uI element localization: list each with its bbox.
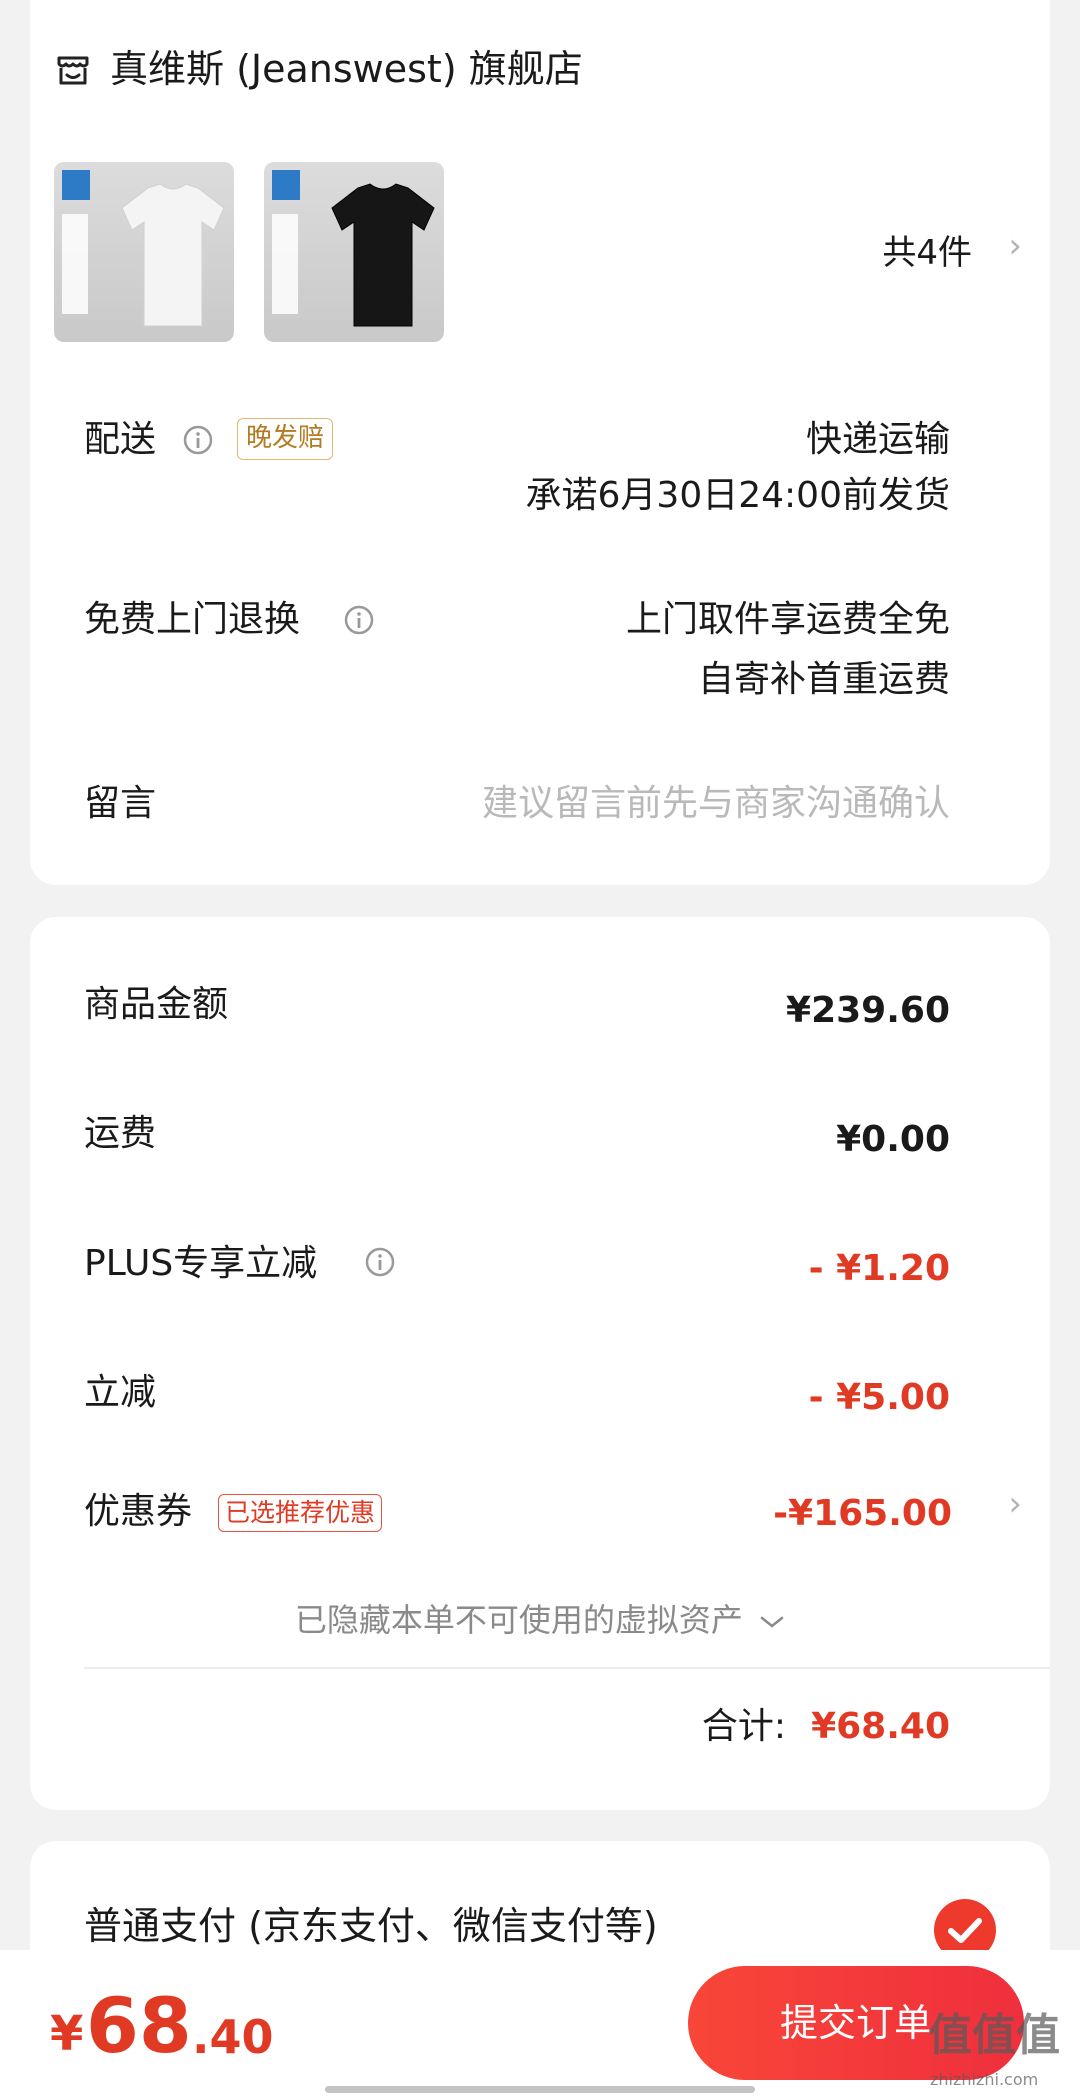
goods-amount-value: ¥239.60 [786,990,950,1031]
amount-summary-card [30,917,1050,1810]
chevron-down-icon [760,1616,784,1628]
brand-tag-icon [272,170,300,200]
total-label: 合计: [701,1706,786,1747]
return-pickup-info: 上门取件享运费全免 [625,599,950,640]
tshirt-icon [121,183,225,327]
tshirt-icon [331,183,435,327]
order-confirmation-page: 真维斯 (Jeanswest) 旗舰店 共4件 › 配送 晚发赔 快递运输 承诺… [0,0,1080,2098]
brand-tag-icon [62,170,90,200]
plus-discount-value: - ¥1.20 [808,1248,950,1289]
late-delivery-compensation-badge: 晚发赔 [237,418,334,460]
watermark-url: zhizhizhi.com [930,2070,1039,2089]
info-icon[interactable] [364,1246,396,1278]
hidden-assets-toggle[interactable]: 已隐藏本单不可使用的虚拟资产 [0,1597,1080,1643]
info-icon[interactable] [182,424,214,456]
shipping-fee-value: ¥0.00 [836,1119,950,1160]
delivery-method: 快递运输 [805,419,950,460]
delivery-promise: 承诺6月30日24:00前发货 [525,475,950,516]
payment-method-label[interactable]: 普通支付 (京东支付、微信支付等) [84,1899,658,1953]
hidden-assets-text: 已隐藏本单不可使用的虚拟资产 [294,1601,743,1639]
message-label: 留言 [84,783,157,824]
product-feature-strip [62,214,88,314]
price-decimal: .40 [192,2010,274,2064]
product-thumbnail[interactable] [54,162,234,342]
info-icon[interactable] [343,604,375,636]
item-count[interactable]: 共4件 [882,228,972,278]
divider [84,1667,1050,1669]
price-currency-symbol: ¥ [50,2006,84,2062]
watermark-logo: 值值值 [928,2010,1060,2061]
message-input[interactable]: 建议留言前先与商家沟通确认 [482,778,950,830]
price-integer: 68 [86,1981,192,2070]
goods-amount-label: 商品金额 [84,984,229,1025]
chevron-right-icon[interactable]: › [1008,1484,1022,1524]
coupon-label[interactable]: 优惠券 [84,1486,192,1538]
chevron-right-icon[interactable]: › [1008,226,1022,266]
delivery-label: 配送 [84,419,157,460]
product-thumbnail[interactable] [264,162,444,342]
store-icon [57,56,89,85]
coupon-value[interactable]: -¥165.00 [773,1488,952,1540]
instant-discount-label: 立减 [84,1372,157,1413]
return-self-ship-info: 自寄补首重运费 [697,659,950,700]
store-name[interactable]: 真维斯 (Jeanswest) 旗舰店 [110,42,583,96]
free-return-label: 免费上门退换 [84,599,301,640]
home-indicator [325,2086,755,2093]
product-feature-strip [272,214,298,314]
coupon-recommended-badge: 已选推荐优惠 [218,1494,383,1532]
total-value: ¥68.40 [811,1706,950,1747]
plus-discount-label: PLUS专享立减 [84,1243,318,1284]
instant-discount-value: - ¥5.00 [808,1377,950,1418]
shipping-fee-label: 运费 [84,1113,157,1154]
